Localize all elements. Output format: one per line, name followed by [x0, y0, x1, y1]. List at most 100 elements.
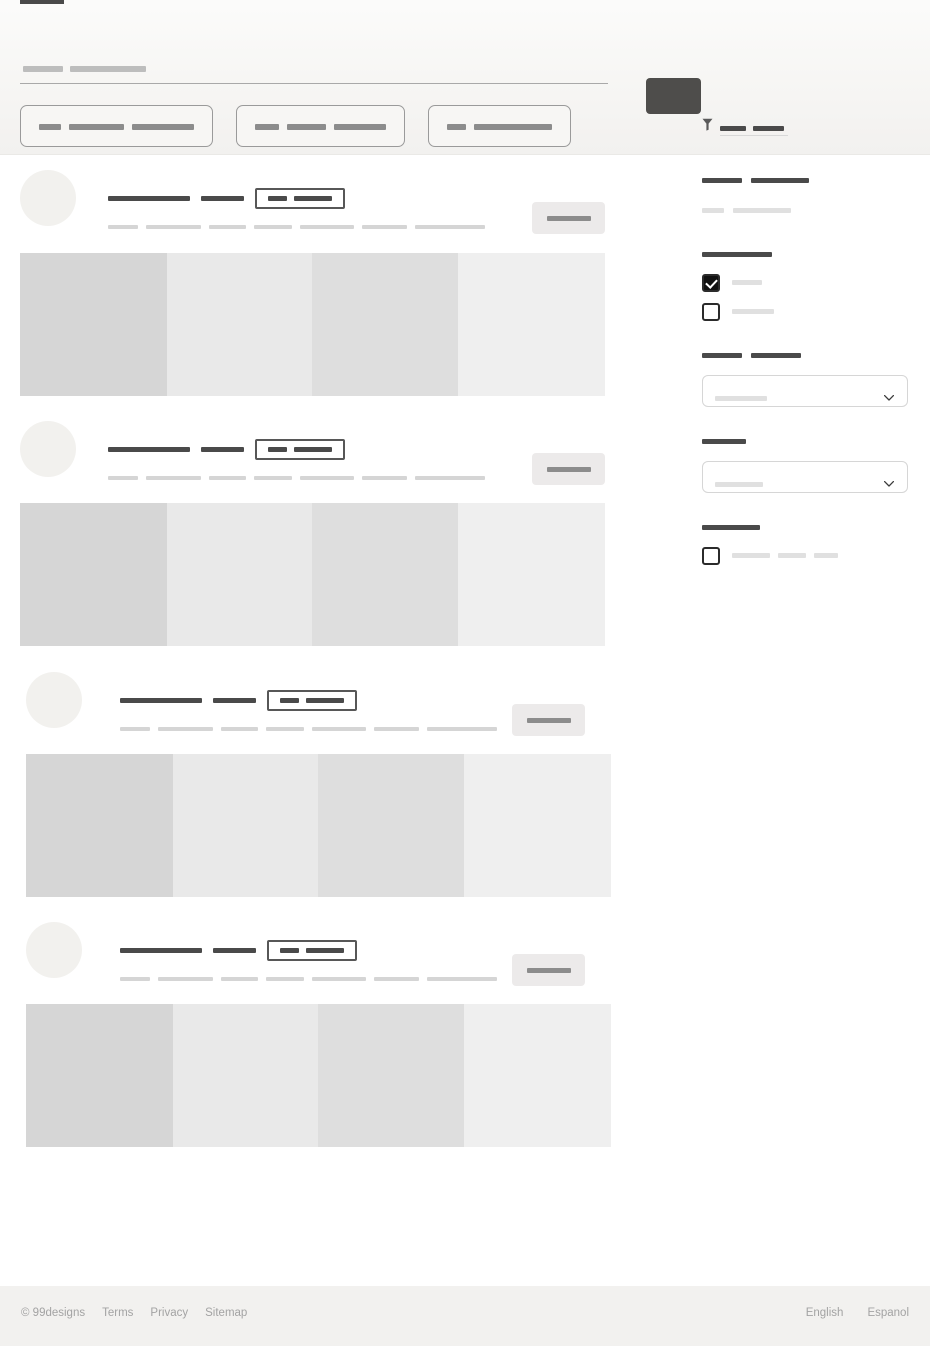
design-thumbnail-2[interactable]	[167, 503, 312, 646]
placeholder-text-bar	[702, 178, 742, 184]
card-action-button-3[interactable]	[512, 704, 585, 736]
placeholder-text-bar	[702, 252, 772, 258]
design-thumbnail-4[interactable]	[458, 253, 605, 396]
card-title[interactable]	[108, 439, 345, 460]
placeholder-text-bar	[447, 123, 466, 130]
placeholder-text-bar	[732, 553, 770, 559]
design-thumbnail-1[interactable]	[20, 503, 167, 646]
filter-checkbox-2[interactable]	[702, 303, 914, 321]
placeholder-text-bar	[280, 948, 299, 953]
pill-industry[interactable]	[428, 105, 571, 147]
card-title[interactable]	[120, 690, 357, 711]
filter-checkbox-1[interactable]	[702, 274, 914, 292]
footer-link-sitemap[interactable]: Sitemap	[205, 1307, 247, 1319]
placeholder-text-bar	[814, 553, 838, 559]
checkbox-checked-icon[interactable]	[702, 274, 720, 292]
card-header	[26, 922, 930, 994]
card-title[interactable]	[120, 940, 357, 961]
footer-link-terms[interactable]: Terms	[102, 1307, 133, 1319]
design-thumbnail-4[interactable]	[464, 1004, 611, 1147]
placeholder-text-bar	[733, 208, 791, 214]
placeholder-text-bar	[209, 224, 246, 229]
placeholder-text-bar	[280, 698, 299, 703]
footer-lang-english[interactable]: English	[806, 1307, 844, 1319]
placeholder-text-bar	[702, 208, 724, 214]
footer-copyright: © 99designs	[21, 1307, 86, 1319]
placeholder-text-bar	[306, 948, 344, 953]
design-card-4	[26, 922, 930, 994]
design-thumbnail-2[interactable]	[167, 253, 312, 396]
checkbox-unchecked-icon[interactable]	[702, 303, 720, 321]
card-subtitle	[108, 218, 493, 236]
pill-style[interactable]	[236, 105, 405, 147]
card-action-button-2[interactable]	[532, 453, 605, 485]
filter-group-type	[702, 246, 914, 321]
sort-control-underline	[720, 135, 788, 136]
placeholder-text-bar	[778, 553, 806, 559]
design-thumbnail-2[interactable]	[173, 1004, 318, 1147]
design-thumbnail-1[interactable]	[26, 754, 173, 897]
card-action-button-4[interactable]	[512, 954, 585, 986]
design-thumbnail-1[interactable]	[20, 253, 167, 396]
avatar[interactable]	[26, 672, 82, 728]
search-row	[20, 40, 910, 114]
placeholder-text-bar	[39, 123, 61, 130]
placeholder-text-bar	[526, 718, 571, 724]
search-input[interactable]	[20, 46, 608, 84]
design-thumbnail-1[interactable]	[26, 1004, 173, 1147]
placeholder-text-bar	[546, 216, 591, 222]
placeholder-text-bar	[201, 447, 244, 452]
placeholder-text-bar	[334, 123, 386, 130]
design-thumbnail-2[interactable]	[173, 754, 318, 897]
filter-group-extras	[702, 519, 914, 565]
filter-option-label	[732, 303, 782, 321]
avatar[interactable]	[20, 421, 76, 477]
card-header	[26, 672, 930, 744]
filter-group-label	[702, 246, 914, 264]
sort-filter-control[interactable]	[702, 114, 822, 142]
pill-category[interactable]	[20, 105, 213, 147]
search-submit-button[interactable]	[646, 78, 701, 114]
placeholder-text-bar	[213, 698, 256, 703]
placeholder-text-bar	[720, 126, 746, 132]
placeholder-text-bar	[732, 309, 774, 315]
placeholder-text-bar	[287, 123, 326, 130]
placeholder-text-bar	[120, 698, 202, 703]
placeholder-text-bar	[300, 224, 354, 229]
filter-select-category[interactable]	[702, 375, 908, 407]
checkbox-unchecked-icon[interactable]	[702, 547, 720, 565]
footer-link-privacy[interactable]: Privacy	[150, 1307, 188, 1319]
design-card-3	[26, 672, 930, 744]
placeholder-text-bar	[362, 224, 407, 229]
card-badge	[267, 940, 357, 961]
placeholder-text-bar	[702, 525, 760, 531]
placeholder-text-bar	[221, 976, 258, 981]
placeholder-text-bar	[715, 396, 767, 402]
avatar[interactable]	[26, 922, 82, 978]
design-thumbnail-3[interactable]	[312, 503, 458, 646]
design-thumbnail-4[interactable]	[464, 754, 611, 897]
placeholder-text-bar	[213, 948, 256, 953]
sidebar-results-title	[702, 172, 914, 190]
filter-group-price	[702, 433, 914, 493]
design-thumbnail-4[interactable]	[458, 503, 605, 646]
footer-lang-espanol[interactable]: Espanol	[867, 1307, 909, 1319]
card-badge	[267, 690, 357, 711]
placeholder-text-bar	[266, 726, 304, 731]
filter-group-label	[702, 433, 914, 451]
filter-sidebar	[702, 172, 914, 591]
placeholder-text-bar	[753, 126, 784, 132]
design-thumbnail-3[interactable]	[318, 754, 464, 897]
placeholder-text-bar	[120, 976, 150, 981]
placeholder-text-bar	[751, 178, 809, 184]
placeholder-text-bar	[209, 475, 246, 480]
filter-select-price[interactable]	[702, 461, 908, 493]
filter-checkbox-3[interactable]	[702, 547, 914, 565]
avatar[interactable]	[20, 170, 76, 226]
card-action-button-1[interactable]	[532, 202, 605, 234]
design-thumbnail-3[interactable]	[318, 1004, 464, 1147]
99designs-logo[interactable]	[20, 0, 64, 4]
card-title[interactable]	[108, 188, 345, 209]
placeholder-text-bar	[254, 224, 292, 229]
design-thumbnail-3[interactable]	[312, 253, 458, 396]
